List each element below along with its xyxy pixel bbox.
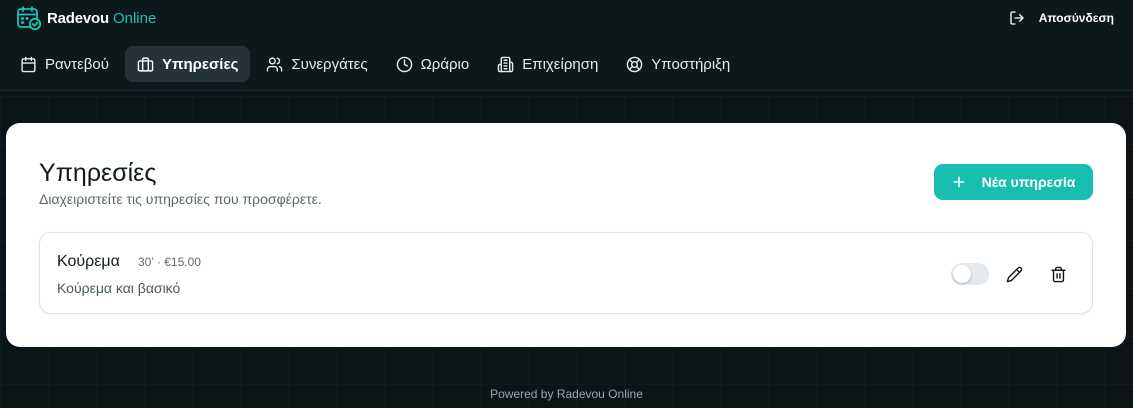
- toggle-knob: [953, 265, 971, 283]
- briefcase-icon: [137, 56, 154, 72]
- service-description: Κούρεμα και βασικό: [57, 280, 181, 296]
- edit-service-button[interactable]: [1001, 261, 1027, 287]
- brand[interactable]: Radevou Online: [16, 4, 156, 32]
- calendar-icon: [21, 56, 36, 72]
- nav-item-label: Υποστήριξη: [651, 55, 731, 73]
- top-bar: Radevou Online Αποσύνδεση Ραντεβού Υπηρε…: [0, 0, 1133, 91]
- nav-item-support[interactable]: Υποστήριξη: [614, 46, 742, 82]
- logout-label: Αποσύνδεση: [1038, 11, 1114, 25]
- lifebuoy-icon: [627, 56, 643, 72]
- nav-item-label: Επιχείρηση: [522, 55, 599, 73]
- trash-icon: [1050, 266, 1066, 282]
- nav-item-business[interactable]: Επιχείρηση: [485, 46, 610, 82]
- users-icon: [267, 56, 283, 72]
- delete-service-button[interactable]: [1045, 261, 1071, 287]
- brand-name: Radevou: [47, 9, 109, 27]
- nav-item-schedule[interactable]: Ωράριο: [384, 46, 482, 82]
- nav-item-appointments[interactable]: Ραντεβού: [8, 46, 121, 82]
- nav-item-services[interactable]: Υπηρεσίες: [124, 46, 251, 82]
- nav-item-label: Συνεργάτες: [291, 55, 368, 73]
- footer: Powered by Radevou Online: [490, 387, 643, 401]
- service-meta: 30’ · €15.00: [138, 255, 201, 269]
- log-out-icon: [1010, 11, 1024, 25]
- page-subtitle: Διαχειριστείτε τις υπηρεσίες που προσφέρ…: [39, 191, 322, 207]
- building-icon: [497, 56, 514, 72]
- plus-icon: [953, 176, 965, 188]
- new-service-button[interactable]: Νέα υπηρεσία: [934, 164, 1093, 200]
- page-title: Υπηρεσίες: [39, 159, 157, 187]
- service-name: Κούρεμα: [57, 253, 120, 270]
- services-card: Υπηρεσίες Διαχειριστείτε τις υπηρεσίες π…: [6, 123, 1126, 347]
- pencil-icon: [1006, 266, 1022, 282]
- nav-item-label: Ραντεβού: [45, 55, 109, 73]
- main-nav: Ραντεβού Υπηρεσίες Συνεργάτες Ωράριο Επι…: [8, 46, 742, 82]
- logout-button[interactable]: Αποσύνδεση: [1009, 8, 1114, 28]
- nav-item-label: Υπηρεσίες: [161, 55, 239, 73]
- service-active-toggle[interactable]: [951, 263, 989, 285]
- new-service-label: Νέα υπηρεσία: [981, 174, 1076, 190]
- nav-item-label: Ωράριο: [420, 55, 470, 73]
- calendar-check-logo-icon: [17, 6, 42, 31]
- clock-icon: [396, 56, 412, 72]
- nav-item-partners[interactable]: Συνεργάτες: [254, 46, 379, 82]
- brand-suffix: Online: [112, 9, 157, 27]
- service-item: Κούρεμα 30’ · €15.00 Κούρεμα και βασικό: [39, 232, 1093, 314]
